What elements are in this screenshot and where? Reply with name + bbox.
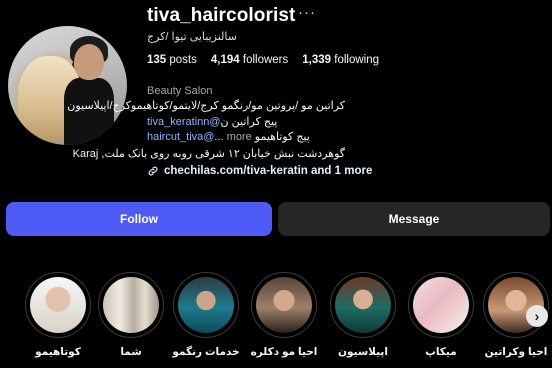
chevron-right-icon[interactable]: ›	[526, 305, 548, 327]
story-highlight[interactable]: شما	[93, 272, 169, 358]
profile-avatar[interactable]	[8, 26, 127, 145]
bio-ellipsis: ...	[214, 131, 224, 143]
story-label: خدمات رنگمو	[172, 346, 240, 358]
bio-more-button[interactable]: more	[227, 131, 252, 143]
bio-haircut-handle-link[interactable]: haircut_tiva@	[147, 131, 214, 143]
story-highlight[interactable]: خدمات رنگمو	[168, 272, 244, 358]
story-label: اپیلاسیون	[338, 346, 388, 358]
website-link-text: chechilas.com/tiva-keratin and 1 more	[164, 165, 373, 177]
posts-count: 135	[147, 54, 167, 66]
bio-keratin-handle-link[interactable]: tiva_keratinn@	[147, 116, 221, 128]
story-thumbnail	[103, 277, 159, 333]
followers-label: followers	[242, 54, 289, 66]
story-label: شما	[120, 346, 142, 358]
following-count: 1,339	[302, 54, 332, 66]
link-icon	[148, 166, 158, 176]
following-stat[interactable]: 1,339 following	[302, 54, 379, 66]
message-button[interactable]: Message	[278, 202, 550, 236]
story-ring	[173, 272, 239, 338]
bio-line-haircut: پیج کوتاهیمو haircut_tiva@... more	[147, 130, 310, 143]
story-ring	[98, 272, 164, 338]
story-ring	[25, 272, 91, 338]
followers-stat[interactable]: 4,194 followers	[211, 54, 288, 66]
following-label: following	[334, 54, 379, 66]
story-thumbnail	[413, 277, 469, 333]
bio-keratin-text: پیج کراتین ن	[220, 116, 278, 128]
story-label: کوتاهیمو	[35, 346, 81, 358]
posts-stat: 135 posts	[147, 54, 197, 66]
profile-username: tiva_haircolorist	[147, 5, 296, 26]
story-label: میکاپ	[425, 346, 457, 358]
story-label: احیا مو دکلره	[250, 346, 318, 358]
profile-full-name: سالنزیبایی تیوا /کرج	[147, 31, 237, 43]
profile-category: Beauty Salon	[147, 85, 213, 97]
bio-line-keratin: tiva_keratinn@پیج کراتین ن	[147, 115, 277, 128]
story-highlight[interactable]: احیا مو دکلره	[246, 272, 322, 358]
bio-line-address: گوهردشت نبش خیابان ۱۲ شرقی روبه روی بانک…	[72, 148, 345, 160]
posts-label: posts	[169, 54, 197, 66]
story-highlight[interactable]: کوتاهیمو	[20, 272, 96, 358]
follow-button[interactable]: Follow	[6, 202, 272, 236]
story-ring	[330, 272, 396, 338]
story-highlight[interactable]: اپیلاسیون	[325, 272, 401, 358]
bio-haircut-text: پیج کوتاهیمو	[254, 131, 310, 143]
story-label: احیا وکراتین	[484, 346, 548, 358]
story-thumbnail	[335, 277, 391, 333]
website-link[interactable]: chechilas.com/tiva-keratin and 1 more	[147, 165, 372, 177]
story-ring	[408, 272, 474, 338]
story-highlight[interactable]: میکاپ	[403, 272, 479, 358]
story-thumbnail	[178, 277, 234, 333]
ellipsis-icon[interactable]: ···	[298, 4, 316, 21]
story-highlights: کوتاهیمو شما خدمات رنگمو احیا مو دکلره ا…	[0, 272, 552, 368]
profile-stats: 135 posts 4,194 followers 1,339 followin…	[147, 54, 379, 66]
avatar-stylist-face	[74, 44, 104, 80]
bio-line-services: کراتین مو /پروتین مو/رنگمو کرج/لایتمو/کو…	[67, 100, 345, 112]
followers-count: 4,194	[210, 54, 240, 66]
story-ring	[251, 272, 317, 338]
story-thumbnail	[30, 277, 86, 333]
story-thumbnail	[256, 277, 312, 333]
